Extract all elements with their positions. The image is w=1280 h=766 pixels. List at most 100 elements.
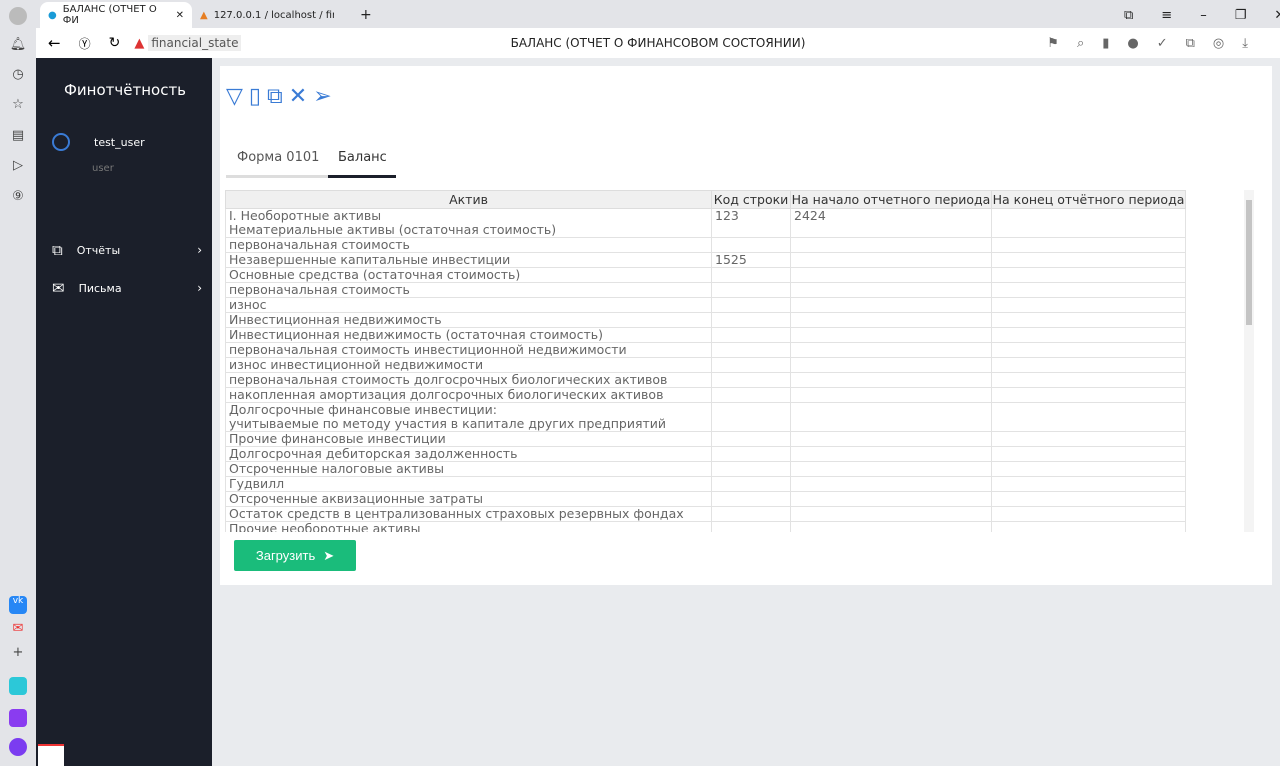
browser-tab-active[interactable]: ● БАЛАНС (ОТЧЕТ О ФИ ✕ <box>40 2 192 28</box>
table-cell[interactable] <box>711 357 791 373</box>
table-cell[interactable] <box>991 282 1186 298</box>
table-cell[interactable]: 2424 <box>790 208 992 238</box>
browser-tab[interactable]: ▲ 127.0.0.1 / localhost / fina <box>192 2 342 28</box>
scrollbar[interactable] <box>1244 190 1254 532</box>
close-tab-icon[interactable]: ✕ <box>176 10 184 21</box>
table-row: Прочие финансовые инвестиции <box>225 431 1186 447</box>
table-cell[interactable] <box>790 342 992 358</box>
table-cell[interactable] <box>991 252 1186 268</box>
bell-icon[interactable]: 🔔︎ <box>9 37 27 55</box>
table-cell[interactable] <box>991 446 1186 462</box>
play-icon[interactable]: ▷ <box>9 158 27 176</box>
collections-icon[interactable]: ▤ <box>9 128 27 146</box>
history-icon[interactable]: ◷ <box>9 67 27 85</box>
table-cell[interactable] <box>790 267 992 283</box>
table-cell[interactable]: 123 <box>711 208 791 238</box>
table-cell[interactable] <box>711 237 791 253</box>
table-cell[interactable] <box>790 237 992 253</box>
table-cell[interactable] <box>711 267 791 283</box>
add-icon[interactable]: + <box>9 645 27 663</box>
upload-button[interactable]: Загрузить ➤ <box>234 540 356 571</box>
table-cell[interactable] <box>711 402 791 432</box>
profile-icon[interactable] <box>9 7 27 25</box>
table-cell[interactable] <box>711 282 791 298</box>
table-cell[interactable] <box>991 342 1186 358</box>
url-field[interactable]: financial_state <box>148 35 242 51</box>
new-tab-button[interactable]: + <box>352 2 380 28</box>
table-cell[interactable] <box>711 506 791 522</box>
row-label: износ инвестиционной недвижимости <box>225 357 712 373</box>
nine-icon[interactable]: ⑨ <box>9 189 27 207</box>
market-icon[interactable] <box>9 709 27 727</box>
table-cell[interactable] <box>711 372 791 388</box>
maximize-icon[interactable]: ❐ <box>1235 8 1247 23</box>
table-cell[interactable] <box>711 491 791 507</box>
table-cell[interactable] <box>991 267 1186 283</box>
table-cell[interactable] <box>790 297 992 313</box>
brand-title: Финотчётность <box>64 81 187 99</box>
table-cell[interactable] <box>790 402 992 432</box>
extension-icons[interactable]: ⚑⌕▮●✓⧉◎⤓ <box>1047 36 1266 51</box>
table-cell[interactable] <box>711 387 791 403</box>
table-cell[interactable] <box>790 521 992 532</box>
table-cell[interactable] <box>991 297 1186 313</box>
table-cell[interactable] <box>991 506 1186 522</box>
scrollbar-thumb[interactable] <box>1246 200 1252 325</box>
table-cell[interactable] <box>991 372 1186 388</box>
table-cell[interactable] <box>711 327 791 343</box>
reload-icon[interactable]: ↻ <box>109 35 121 51</box>
alice-icon[interactable] <box>9 738 27 756</box>
table-cell[interactable] <box>991 312 1186 328</box>
table-cell[interactable] <box>790 327 992 343</box>
row-label: износ <box>225 297 712 313</box>
table-cell[interactable] <box>790 357 992 373</box>
back-icon[interactable]: ← <box>48 34 61 52</box>
table-cell[interactable] <box>790 312 992 328</box>
table-cell[interactable]: 1525 <box>711 252 791 268</box>
table-cell[interactable] <box>790 491 992 507</box>
table-cell[interactable] <box>790 372 992 388</box>
table-cell[interactable] <box>991 431 1186 447</box>
table-cell[interactable] <box>991 387 1186 403</box>
menu-icon[interactable]: ≡ <box>1161 8 1172 23</box>
table-cell[interactable] <box>790 461 992 477</box>
table-cell[interactable] <box>711 446 791 462</box>
vk-icon[interactable]: vk <box>9 596 27 614</box>
table-cell[interactable] <box>991 491 1186 507</box>
table-cell[interactable] <box>991 357 1186 373</box>
sidebar-item-reports[interactable]: ⧉ Отчёты › <box>52 241 202 259</box>
table-cell[interactable] <box>991 461 1186 477</box>
table-cell[interactable] <box>991 208 1186 238</box>
star-icon[interactable]: ☆ <box>9 97 27 115</box>
table-cell[interactable] <box>790 446 992 462</box>
table-cell[interactable] <box>711 521 791 532</box>
table-cell[interactable] <box>991 402 1186 432</box>
table-cell[interactable] <box>711 476 791 492</box>
yandex-icon[interactable]: Ⓨ <box>79 35 91 52</box>
table-cell[interactable] <box>711 342 791 358</box>
table-cell[interactable] <box>991 476 1186 492</box>
minimize-icon[interactable]: – <box>1200 8 1207 23</box>
close-window-icon[interactable]: ✕ <box>1274 8 1280 23</box>
table-cell[interactable] <box>790 431 992 447</box>
mail-icon[interactable]: ✉ <box>9 621 27 639</box>
table-cell[interactable] <box>711 312 791 328</box>
table-cell[interactable] <box>711 297 791 313</box>
table-cell[interactable] <box>991 327 1186 343</box>
table-cell[interactable] <box>790 387 992 403</box>
row-label: первоначальная стоимость долгосрочных би… <box>225 372 712 388</box>
messenger-icon[interactable] <box>9 677 27 695</box>
tabs-icon[interactable]: ⧉ <box>1124 8 1133 23</box>
table-cell[interactable] <box>711 461 791 477</box>
table-cell[interactable] <box>711 431 791 447</box>
table-cell[interactable] <box>790 282 992 298</box>
table-row: Инвестиционная недвижимость <box>225 312 1186 328</box>
table-row: износ инвестиционной недвижимости <box>225 357 1186 373</box>
table-cell[interactable] <box>790 252 992 268</box>
table-cell[interactable] <box>991 237 1186 253</box>
table-cell[interactable] <box>790 506 992 522</box>
table-cell[interactable] <box>790 476 992 492</box>
sidebar-item-letters[interactable]: ✉ Письма › <box>52 279 202 297</box>
table-cell[interactable] <box>991 521 1186 532</box>
upload-label: Загрузить <box>255 548 316 563</box>
